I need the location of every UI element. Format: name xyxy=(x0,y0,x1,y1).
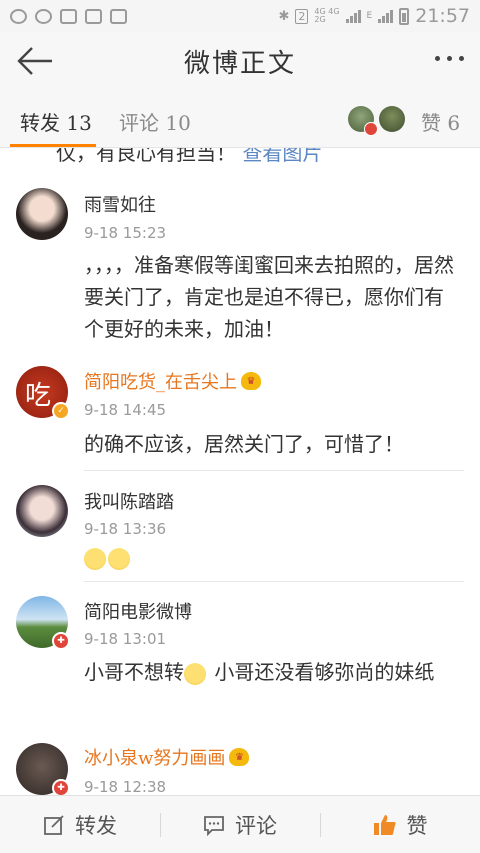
back-button[interactable] xyxy=(16,46,56,76)
comment-author[interactable]: 简阳吃货_在舌尖上 ♛ xyxy=(84,368,261,394)
bottom-action-bar: 转发 评论 赞 xyxy=(0,795,480,853)
status-system-icons: ✱ 2 4G 4G 2G E 21:57 xyxy=(279,5,470,27)
avatar xyxy=(348,106,378,136)
vip-crown-icon: ♛ xyxy=(241,372,261,390)
divider xyxy=(84,581,464,582)
avatar[interactable]: ✚ xyxy=(16,743,70,795)
tab-comment[interactable]: 评论 10 xyxy=(119,107,191,136)
tabs-bar: 转发 13 评论 10 xyxy=(0,90,480,148)
signal-icon-2 xyxy=(378,9,394,23)
partial-comment: 仅，有良心有担当！ 查看图片 xyxy=(56,148,322,166)
clock: 21:57 xyxy=(415,5,470,27)
smile-emoji-icon xyxy=(108,547,130,570)
thumbs-up-icon xyxy=(373,814,396,835)
comment-time: 9-18 15:23 xyxy=(84,224,167,242)
tab-like[interactable]: 赞 6 xyxy=(421,107,460,136)
comment-time: 9-18 14:45 xyxy=(84,401,167,419)
more-dot-icon xyxy=(435,56,440,61)
comment-author-name: 冰小泉w努力画画 xyxy=(84,748,226,769)
comment-text-part-1: 小哥不想转 xyxy=(84,660,184,684)
comment-author[interactable]: 简阳电影微博 xyxy=(84,598,192,624)
comment-author[interactable]: 冰小泉w努力画画 ♛ xyxy=(84,744,250,770)
run-icon xyxy=(85,8,102,24)
avatar-glyph: 吃 xyxy=(25,381,52,411)
tab-like-label: 赞 xyxy=(421,111,441,135)
comment-list[interactable]: 仅，有良心有担当！ 查看图片 雨雪如往 9-18 15:23 ，，，，准备寒假等… xyxy=(0,148,480,795)
like-avatars[interactable] xyxy=(348,106,405,136)
avatar[interactable] xyxy=(16,485,68,537)
tab-comment-count: 10 xyxy=(165,111,191,135)
comment-icon xyxy=(204,815,224,836)
repost-button-label: 转发 xyxy=(75,813,117,838)
comment-text: 的确不应该，居然关门了，可惜了！ xyxy=(84,432,404,456)
comment-button-label: 评论 xyxy=(235,813,277,838)
tab-repost-label: 转发 xyxy=(20,111,60,135)
crying-emoji-icon xyxy=(184,662,206,685)
like-button[interactable]: 赞 xyxy=(320,796,480,853)
partial-comment-text: 仅，有良心有担当！ xyxy=(56,148,236,165)
verified-badge-icon: ✓ xyxy=(52,402,70,420)
title-bar: 微博正文 xyxy=(0,32,480,90)
avatar[interactable]: 吃 ✓ xyxy=(16,366,70,420)
signal-icon xyxy=(345,9,361,23)
wechat-icon xyxy=(10,8,27,24)
tab-repost[interactable]: 转发 13 xyxy=(20,107,92,136)
comment-text: 小哥不想转 小哥还没看够弥尚的妹纸 xyxy=(84,656,459,688)
comment-text-part-2: 小哥还没看够弥尚的妹纸 xyxy=(214,660,435,684)
comment-time: 9-18 13:01 xyxy=(84,630,167,648)
status-bar: ✱ 2 4G 4G 2G E 21:57 xyxy=(0,0,480,32)
tab-like-count: 6 xyxy=(447,111,461,135)
like-button-label: 赞 xyxy=(406,813,428,838)
verified-badge-icon xyxy=(364,122,378,136)
arrow-left-icon xyxy=(17,47,52,75)
verified-badge-icon: ✚ xyxy=(52,779,70,795)
comment-time: 9-18 13:36 xyxy=(84,520,167,538)
comment-author[interactable]: 雨雪如往 xyxy=(84,191,156,217)
gallery-icon xyxy=(60,8,77,24)
sim-badge: 2 xyxy=(295,8,309,24)
network-type-bottom: 2G xyxy=(314,15,326,24)
page-title: 微博正文 xyxy=(183,48,296,79)
avatar[interactable] xyxy=(16,188,68,240)
smile-emoji-icon xyxy=(84,547,106,570)
comment-author-name: 简阳吃货_在舌尖上 xyxy=(84,372,237,393)
repost-button[interactable]: 转发 xyxy=(0,796,160,853)
comment-author-name: 简阳电影微博 xyxy=(84,602,192,623)
view-image-link[interactable]: 查看图片 xyxy=(242,148,322,165)
comment-text: ，，，，准备寒假等闺蜜回来去拍照的，居然要关门了，肯定也是迫不得已，愿你们有个更… xyxy=(84,253,454,341)
tab-comment-label: 评论 xyxy=(119,111,159,135)
divider xyxy=(84,470,464,471)
more-button[interactable] xyxy=(435,56,464,61)
comment-author-name: 我叫陈踏踏 xyxy=(84,492,174,513)
active-tab-indicator xyxy=(10,144,96,147)
edit-icon xyxy=(44,814,64,835)
comment-author-name: 雨雪如往 xyxy=(84,195,156,216)
mail-icon xyxy=(110,8,127,24)
battery-icon xyxy=(399,7,410,25)
bluetooth-icon: ✱ xyxy=(278,8,290,24)
weibo-icon xyxy=(35,8,52,24)
comment-button[interactable]: 评论 xyxy=(160,796,320,853)
avatar[interactable]: ✚ xyxy=(16,596,70,650)
comment-author[interactable]: 我叫陈踏踏 xyxy=(84,488,174,514)
comment-text xyxy=(84,541,459,573)
avatar xyxy=(379,106,405,132)
status-notification-icons xyxy=(10,8,127,24)
comment-time: 9-18 12:38 xyxy=(84,778,167,795)
tab-repost-count: 13 xyxy=(66,111,92,135)
network-type: 4G 4G 2G xyxy=(314,8,339,24)
more-dot-icon xyxy=(459,56,464,61)
data-label: E xyxy=(366,11,373,21)
verified-badge-icon: ✚ xyxy=(52,632,70,650)
more-dot-icon xyxy=(447,56,452,61)
vip-crown-icon: ♛ xyxy=(229,748,250,766)
